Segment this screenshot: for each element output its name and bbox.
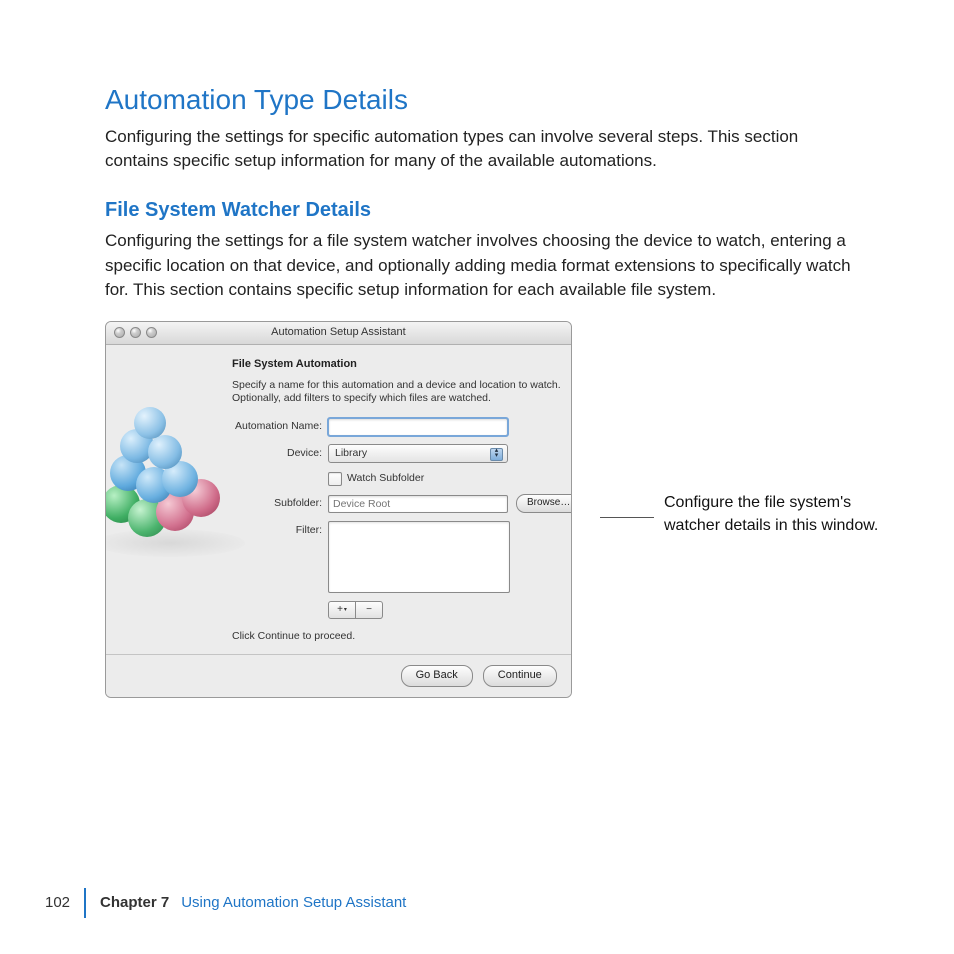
- close-icon[interactable]: [114, 327, 125, 338]
- minimize-icon[interactable]: [130, 327, 141, 338]
- dropdown-indicator-icon: ▾: [344, 603, 347, 617]
- subfolder-label: Subfolder:: [232, 496, 328, 511]
- zoom-icon[interactable]: [146, 327, 157, 338]
- go-back-button[interactable]: Go Back: [401, 665, 473, 687]
- watch-subfolder-label: Watch Subfolder: [347, 471, 424, 486]
- callout-leader-line: [600, 517, 654, 518]
- subfolder-input[interactable]: [328, 495, 508, 513]
- device-select-value: Library: [335, 446, 367, 461]
- add-filter-button[interactable]: +▾: [328, 601, 356, 619]
- continue-button[interactable]: Continue: [483, 665, 557, 687]
- plus-icon: +: [337, 603, 343, 617]
- watch-subfolder-checkbox[interactable]: [328, 472, 342, 486]
- subsection-intro: Configuring the settings for a file syst…: [105, 229, 865, 303]
- assistant-window: Automation Setup Assistant: [105, 321, 572, 699]
- page-footer: 102 Chapter 7 Using Automation Setup Ass…: [45, 888, 406, 918]
- assistant-artwork: [120, 373, 220, 593]
- page-number: 102: [45, 892, 70, 914]
- remove-filter-button[interactable]: −: [356, 601, 383, 619]
- chapter-label: Chapter 7: [100, 892, 169, 914]
- device-label: Device:: [232, 446, 328, 461]
- panel-title: File System Automation: [232, 357, 572, 373]
- footer-divider: [84, 888, 86, 918]
- window-title: Automation Setup Assistant: [106, 325, 571, 341]
- select-arrows-icon: ▴▾: [492, 448, 501, 458]
- continue-hint: Click Continue to proceed.: [232, 629, 572, 644]
- chapter-title: Using Automation Setup Assistant: [181, 892, 406, 914]
- callout-text: Configure the file system's watcher deta…: [664, 491, 894, 537]
- panel-instructions: Specify a name for this automation and a…: [232, 379, 572, 406]
- device-select[interactable]: Library ▴▾: [328, 444, 508, 463]
- section-intro: Configuring the settings for specific au…: [105, 125, 865, 174]
- automation-name-label: Automation Name:: [232, 419, 328, 434]
- automation-name-input[interactable]: [328, 418, 508, 436]
- filter-list[interactable]: [328, 521, 510, 593]
- subsection-title: File System Watcher Details: [105, 196, 894, 225]
- filter-label: Filter:: [232, 521, 328, 538]
- browse-button[interactable]: Browse…: [516, 494, 572, 513]
- window-titlebar: Automation Setup Assistant: [106, 322, 571, 345]
- section-title: Automation Type Details: [105, 80, 894, 121]
